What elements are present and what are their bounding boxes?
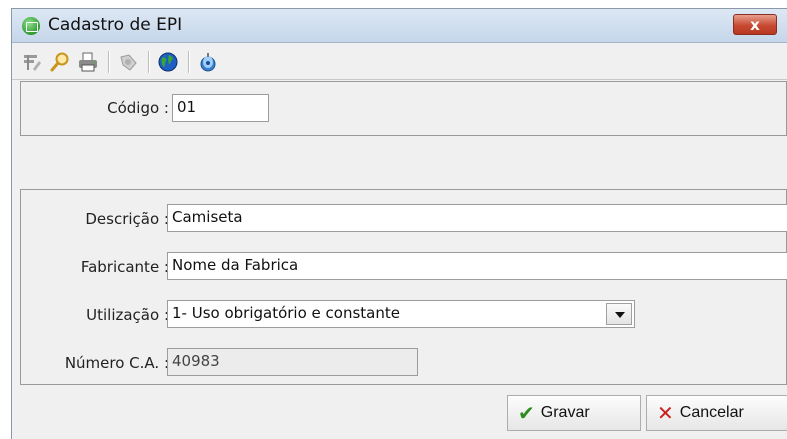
close-button[interactable]: x xyxy=(733,14,777,35)
help-icon[interactable] xyxy=(196,50,220,74)
form-panel: Descrição : Camiseta Fabricante : Nome d… xyxy=(20,189,787,385)
utilizacao-label: Utilização : xyxy=(86,306,169,324)
toolbar xyxy=(12,43,787,80)
fabricante-field[interactable]: Nome da Fabrica xyxy=(167,252,787,280)
checkmark-icon: ✔ xyxy=(518,402,535,425)
codigo-panel: Código : 01 xyxy=(20,81,787,136)
search-icon[interactable] xyxy=(48,50,72,74)
toolbar-separator xyxy=(148,51,150,73)
utilizacao-select[interactable]: 1- Uso obrigatório e constante xyxy=(167,300,635,328)
cancel-button[interactable]: ✕ Cancelar xyxy=(646,395,787,431)
toolbar-separator xyxy=(188,51,190,73)
codigo-label: Código : xyxy=(107,99,169,117)
edit-icon[interactable] xyxy=(20,50,44,74)
fabricante-label: Fabricante : xyxy=(80,258,169,276)
codigo-field[interactable]: 01 xyxy=(172,94,269,122)
save-button-label: Gravar xyxy=(540,404,590,421)
title-bar[interactable]: Cadastro de EPI x xyxy=(12,9,787,43)
tools-icon[interactable] xyxy=(116,50,140,74)
numero-ca-label: Número C.A. : xyxy=(64,354,169,372)
close-icon: ✕ xyxy=(657,402,674,425)
descricao-field[interactable]: Camiseta xyxy=(167,204,787,232)
numero-ca-field[interactable]: 40983 xyxy=(167,348,418,376)
chevron-down-icon[interactable] xyxy=(606,303,632,325)
utilizacao-value: 1- Uso obrigatório e constante xyxy=(172,304,400,322)
cadastro-epi-window: Cadastro de EPI x Código : 01 Descrição xyxy=(11,8,787,439)
save-button[interactable]: ✔ Gravar xyxy=(507,395,641,431)
globe-icon[interactable] xyxy=(156,50,180,74)
cancel-button-label: Cancelar xyxy=(679,404,744,421)
toolbar-separator xyxy=(108,51,110,73)
descricao-label: Descrição : xyxy=(85,210,169,228)
print-icon[interactable] xyxy=(76,50,100,74)
window-title: Cadastro de EPI xyxy=(48,15,183,35)
app-icon xyxy=(22,17,40,35)
